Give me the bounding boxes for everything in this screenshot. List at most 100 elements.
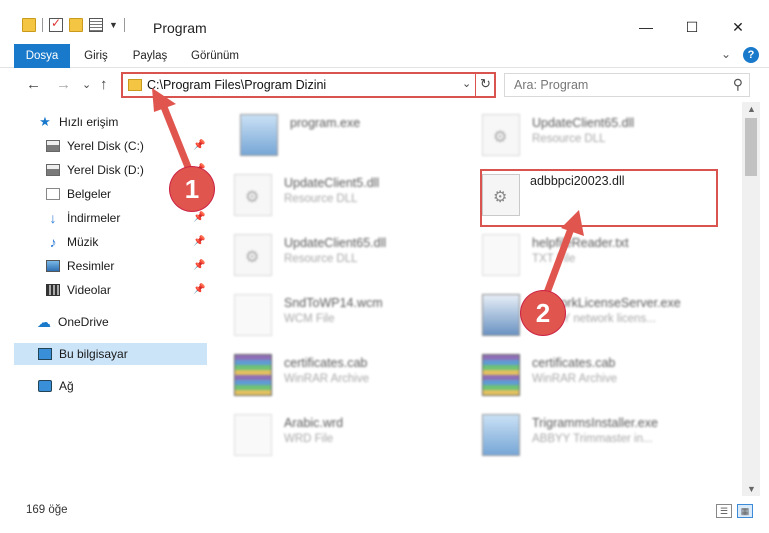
properties-check-icon[interactable] (49, 16, 63, 32)
navigation-bar: ← → ⌄ ↑ C:\Program Files\Program Dizini … (0, 68, 769, 102)
up-arrow-icon[interactable]: ↑ (100, 76, 108, 93)
dll-icon (482, 114, 520, 156)
tab-home[interactable]: Giriş (76, 44, 116, 68)
address-path[interactable]: C:\Program Files\Program Dizini (147, 78, 326, 92)
help-icon[interactable]: ? (743, 47, 759, 63)
file-name: helpfileReader.txt (532, 236, 629, 250)
address-dropdown-chevron-icon[interactable]: ⌄ (462, 77, 471, 90)
file-name: certificates.cab (284, 356, 368, 370)
file-type: TXT File (532, 253, 576, 265)
folder-icon[interactable] (22, 18, 36, 32)
sidebar-item-label: Müzik (67, 235, 99, 249)
sidebar-item-this-pc[interactable]: Bu bilgisayar (14, 343, 207, 365)
pin-icon[interactable]: 📌 (193, 140, 205, 151)
search-icon[interactable]: ⚲ (733, 76, 743, 93)
divider (475, 74, 476, 96)
maximize-button[interactable]: ☐ (669, 12, 715, 42)
rar-icon (482, 354, 520, 396)
new-folder-icon[interactable] (69, 18, 83, 32)
file-item[interactable]: helpfileReader.txt TXT File (482, 226, 722, 282)
tab-share[interactable]: Paylaş (124, 44, 176, 68)
documents-icon (46, 188, 60, 200)
search-input[interactable]: Ara: Program ⚲ (504, 73, 750, 97)
recent-locations-chevron-icon[interactable]: ⌄ (82, 78, 91, 91)
dll-icon (234, 174, 272, 216)
pin-icon[interactable]: 📌 (193, 260, 205, 271)
scroll-up-icon[interactable]: ▲ (747, 104, 756, 114)
address-bar[interactable]: C:\Program Files\Program Dizini ⌄ ↻ (121, 72, 496, 98)
sidebar-item-label: Yerel Disk (C:) (67, 139, 144, 153)
file-item[interactable]: certificates.cab WinRAR Archive (234, 346, 474, 402)
search-placeholder: Ara: Program (514, 78, 589, 92)
vertical-scrollbar[interactable]: ▲ ▼ (742, 102, 760, 496)
scrollbar-thumb[interactable] (745, 118, 757, 176)
step-marker-1: 1 (170, 167, 214, 211)
file-name: certificates.cab (532, 356, 616, 370)
download-icon: ↓ (49, 210, 57, 226)
large-icons-view-icon[interactable]: ▦ (737, 504, 753, 518)
file-type: Resource DLL (284, 253, 358, 265)
file-name: UpdateClient5.dll (284, 176, 380, 190)
file-type: Resource DLL (284, 193, 358, 205)
ribbon-tabs: Dosya Giriş Paylaş Görünüm ⌄ ? (0, 44, 769, 68)
file-item[interactable]: SndToWP14.wcm WCM File (234, 286, 474, 342)
folder-icon (128, 79, 142, 91)
file-name: UpdateClient65.dll (532, 116, 635, 130)
pin-icon[interactable]: 📌 (193, 236, 205, 247)
navigation-pane: ★ Hızlı erişim Yerel Disk (C:) 📌 Yerel D… (0, 102, 212, 496)
sidebar-item-label: İndirmeler (67, 211, 121, 225)
close-button[interactable]: ✕ (715, 12, 761, 42)
file-item[interactable]: certificates.cab WinRAR Archive (482, 346, 722, 402)
exe-icon (482, 294, 520, 336)
sidebar-item-label: Belgeler (67, 187, 112, 201)
file-item[interactable]: UpdateClient65.dll Resource DLL (234, 226, 474, 282)
status-bar: 169 öğe ☰ ▦ (0, 496, 769, 533)
file-item[interactable]: UpdateClient65.dll Resource DLL (482, 106, 722, 162)
file-name: TrigrammsInstaller.exe (532, 416, 658, 430)
title-bar: ▼ Program — ☐ ✕ (0, 0, 769, 44)
computer-icon (38, 348, 52, 360)
details-view-icon[interactable]: ☰ (716, 504, 732, 518)
sidebar-item-label: Bu bilgisayar (59, 347, 128, 361)
file-name: program.exe (290, 116, 361, 130)
file-type: WinRAR Archive (284, 373, 369, 385)
file-item[interactable]: UpdateClient5.dll Resource DLL (234, 166, 474, 222)
text-file-icon (482, 234, 520, 276)
divider (123, 18, 125, 32)
pin-icon[interactable]: 📌 (193, 284, 205, 295)
drive-icon (46, 164, 60, 176)
properties-icon[interactable] (89, 18, 103, 32)
file-type: WCM File (284, 313, 335, 325)
forward-arrow-icon[interactable]: → (56, 76, 71, 93)
minimize-button[interactable]: — (623, 12, 669, 42)
expand-ribbon-chevron-icon[interactable]: ⌄ (721, 47, 731, 63)
pin-icon[interactable]: 📌 (193, 212, 205, 223)
file-item[interactable]: NetworkLicenseServer.exe ABBYY network l… (482, 286, 722, 342)
file-type: Resource DLL (532, 133, 606, 145)
file-item[interactable]: TrigrammsInstaller.exe ABBYY Trimmaster … (482, 406, 722, 462)
file-type: ABBYY Trimmaster in... (532, 433, 653, 445)
item-count: 169 öğe (26, 504, 68, 516)
sidebar-item-label: Videolar (67, 283, 111, 297)
customize-toolbar-chevron-icon[interactable]: ▼ (109, 20, 118, 30)
highlight-box (480, 169, 718, 227)
sidebar-item-label: Hızlı erişim (59, 115, 119, 129)
file-item[interactable]: Arabic.wrd WRD File (234, 406, 474, 462)
tab-view[interactable]: Görünüm (183, 44, 247, 68)
rar-icon (234, 354, 272, 396)
plain-file-icon (234, 414, 272, 456)
file-name: UpdateClient65.dll (284, 236, 387, 250)
sidebar-item-label: Ağ (59, 379, 74, 393)
back-arrow-icon[interactable]: ← (26, 76, 41, 93)
step-marker-2: 2 (521, 291, 565, 335)
file-item[interactable]: program.exe (240, 106, 480, 162)
file-name: SndToWP14.wcm (284, 296, 383, 310)
tab-file[interactable]: Dosya (14, 44, 70, 68)
sidebar-item-label: Resimler (67, 259, 115, 273)
scroll-down-icon[interactable]: ▼ (747, 484, 756, 494)
refresh-icon[interactable]: ↻ (480, 76, 491, 92)
music-icon: ♪ (49, 234, 57, 250)
network-icon (38, 380, 52, 392)
file-type: WinRAR Archive (532, 373, 617, 385)
drive-icon (46, 140, 60, 152)
